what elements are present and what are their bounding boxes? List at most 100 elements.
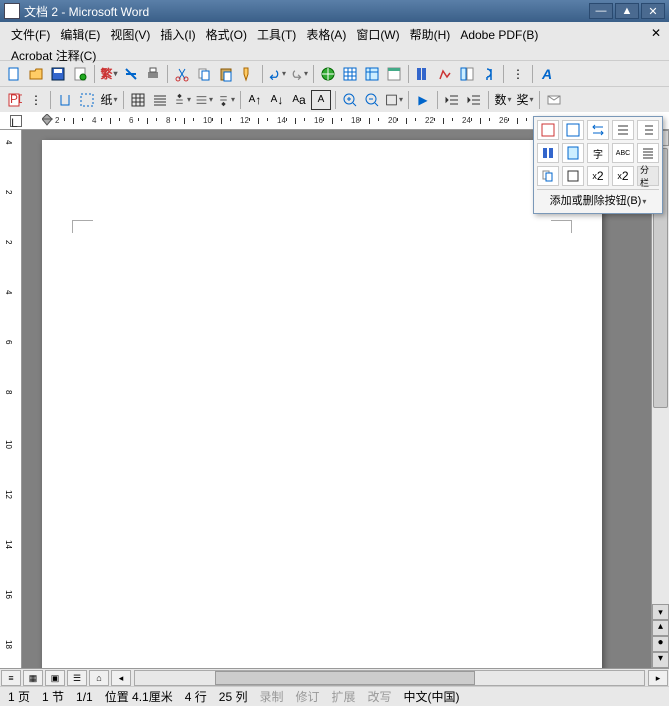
scroll-down-icon[interactable]: ▾: [652, 604, 669, 620]
grid-icon[interactable]: [128, 90, 148, 110]
menu-adobe[interactable]: Adobe PDF(B): [455, 26, 543, 44]
simplified-icon[interactable]: [121, 64, 141, 84]
minimize-button[interactable]: —: [589, 3, 613, 19]
zoom-in-icon[interactable]: [340, 90, 360, 110]
menu-file[interactable]: 文件(F): [6, 24, 55, 45]
character-border-icon[interactable]: A: [311, 90, 331, 110]
status-ext[interactable]: 扩展: [331, 688, 355, 705]
outline-view-icon[interactable]: ☰: [67, 670, 87, 686]
popup-lines2-icon[interactable]: [637, 120, 659, 140]
popup-add-remove-buttons[interactable]: 添加或删除按钮(B): [537, 189, 659, 210]
print-view-icon[interactable]: ▣: [45, 670, 65, 686]
format-painter-icon[interactable]: [238, 64, 258, 84]
traditional-icon[interactable]: 繁: [99, 64, 119, 84]
popup-frame-icon[interactable]: [562, 120, 584, 140]
scroll-left-icon[interactable]: ◂: [111, 670, 131, 686]
status-ovr[interactable]: 改写: [368, 688, 392, 705]
vertical-ruler[interactable]: 4224681012141618: [0, 130, 22, 668]
popup-convert-icon[interactable]: [587, 120, 609, 140]
overflow2-icon[interactable]: ⋮: [26, 90, 46, 110]
scroll-track[interactable]: [652, 146, 669, 604]
pdf-icon[interactable]: PDF: [4, 90, 24, 110]
envelope-icon[interactable]: [544, 90, 564, 110]
play-icon[interactable]: ▶: [413, 90, 433, 110]
reading-view-icon[interactable]: ⌂: [89, 670, 109, 686]
maximize-button[interactable]: ▲: [615, 3, 639, 19]
next-page-icon[interactable]: ▾: [652, 652, 669, 668]
print-icon[interactable]: [143, 64, 163, 84]
popup-char-icon[interactable]: 字: [587, 143, 609, 163]
prev-page-icon[interactable]: ▴: [652, 620, 669, 636]
doc-close-button[interactable]: ✕: [651, 26, 661, 40]
permission-icon[interactable]: [70, 64, 90, 84]
indent-increase-icon[interactable]: [464, 90, 484, 110]
align-justify-icon[interactable]: [150, 90, 170, 110]
line-spacing-up-icon[interactable]: [172, 90, 192, 110]
drawing-icon[interactable]: [435, 64, 455, 84]
horizontal-scrollbar[interactable]: [134, 670, 645, 686]
new-doc-icon[interactable]: [4, 64, 24, 84]
menu-window[interactable]: 窗口(W): [351, 24, 404, 45]
status-rec[interactable]: 录制: [259, 688, 283, 705]
grow-font-icon[interactable]: A↑: [245, 90, 265, 110]
undo-icon[interactable]: [267, 64, 287, 84]
menu-tools[interactable]: 工具(T): [252, 24, 301, 45]
popup-subscript-icon[interactable]: x2: [612, 166, 634, 186]
popup-square-icon[interactable]: [562, 166, 584, 186]
shrink-font-icon[interactable]: A↓: [267, 90, 287, 110]
tables-borders-icon[interactable]: [340, 64, 360, 84]
popup-justify-icon[interactable]: [637, 143, 659, 163]
status-rev[interactable]: 修订: [295, 688, 319, 705]
border-icon[interactable]: [384, 90, 404, 110]
popup-superscript-icon[interactable]: x2: [587, 166, 609, 186]
indent-marker-icon[interactable]: [42, 114, 56, 128]
overflow-icon[interactable]: ⋮: [508, 64, 528, 84]
ruler-mark: 18: [351, 116, 360, 125]
excel-icon[interactable]: [384, 64, 404, 84]
text-direction-icon[interactable]: [55, 90, 75, 110]
hyperlink-icon[interactable]: [318, 64, 338, 84]
doc-map-icon[interactable]: [457, 64, 477, 84]
menu-edit[interactable]: 编辑(E): [55, 24, 105, 45]
tab-selector[interactable]: L: [10, 115, 22, 127]
paper-icon[interactable]: 纸: [99, 90, 119, 110]
popup-lines-icon[interactable]: [612, 120, 634, 140]
popup-page-icon[interactable]: [562, 143, 584, 163]
menu-format[interactable]: 格式(O): [201, 24, 252, 45]
popup-columns-label[interactable]: 分栏: [637, 166, 659, 186]
insert-frame-icon[interactable]: [77, 90, 97, 110]
normal-view-icon[interactable]: ≡: [1, 670, 21, 686]
menu-view[interactable]: 视图(V): [105, 24, 155, 45]
copy-icon[interactable]: [194, 64, 214, 84]
zoom-out-icon[interactable]: [362, 90, 382, 110]
hscroll-thumb[interactable]: [215, 671, 475, 685]
styles-icon[interactable]: A: [537, 64, 557, 84]
superscript-icon[interactable]: Aa: [289, 90, 309, 110]
open-icon[interactable]: [26, 64, 46, 84]
scroll-right-icon[interactable]: ▸: [648, 670, 668, 686]
line-spacing-down-icon[interactable]: [216, 90, 236, 110]
menu-table[interactable]: 表格(A): [301, 24, 351, 45]
insert-table-icon[interactable]: [362, 64, 382, 84]
columns-icon[interactable]: [413, 64, 433, 84]
popup-pdf-icon[interactable]: [537, 120, 559, 140]
status-lang[interactable]: 中文(中国): [404, 688, 460, 705]
popup-columns-icon[interactable]: [537, 143, 559, 163]
page[interactable]: [42, 140, 602, 668]
number-icon[interactable]: 数: [493, 90, 513, 110]
show-hide-icon[interactable]: [479, 64, 499, 84]
menu-insert[interactable]: 插入(I): [155, 24, 200, 45]
web-view-icon[interactable]: ▦: [23, 670, 43, 686]
close-button[interactable]: ✕: [641, 3, 665, 19]
redo-icon[interactable]: [289, 64, 309, 84]
cut-icon[interactable]: [172, 64, 192, 84]
menu-help[interactable]: 帮助(H): [405, 24, 456, 45]
browse-object-icon[interactable]: ●: [652, 636, 669, 652]
indent-decrease-icon[interactable]: [442, 90, 462, 110]
award-icon[interactable]: 奖: [515, 90, 535, 110]
popup-copy2-icon[interactable]: [537, 166, 559, 186]
save-icon[interactable]: [48, 64, 68, 84]
line-spacing-icon[interactable]: [194, 90, 214, 110]
paste-icon[interactable]: [216, 64, 236, 84]
popup-abc-icon[interactable]: ABC: [612, 143, 634, 163]
